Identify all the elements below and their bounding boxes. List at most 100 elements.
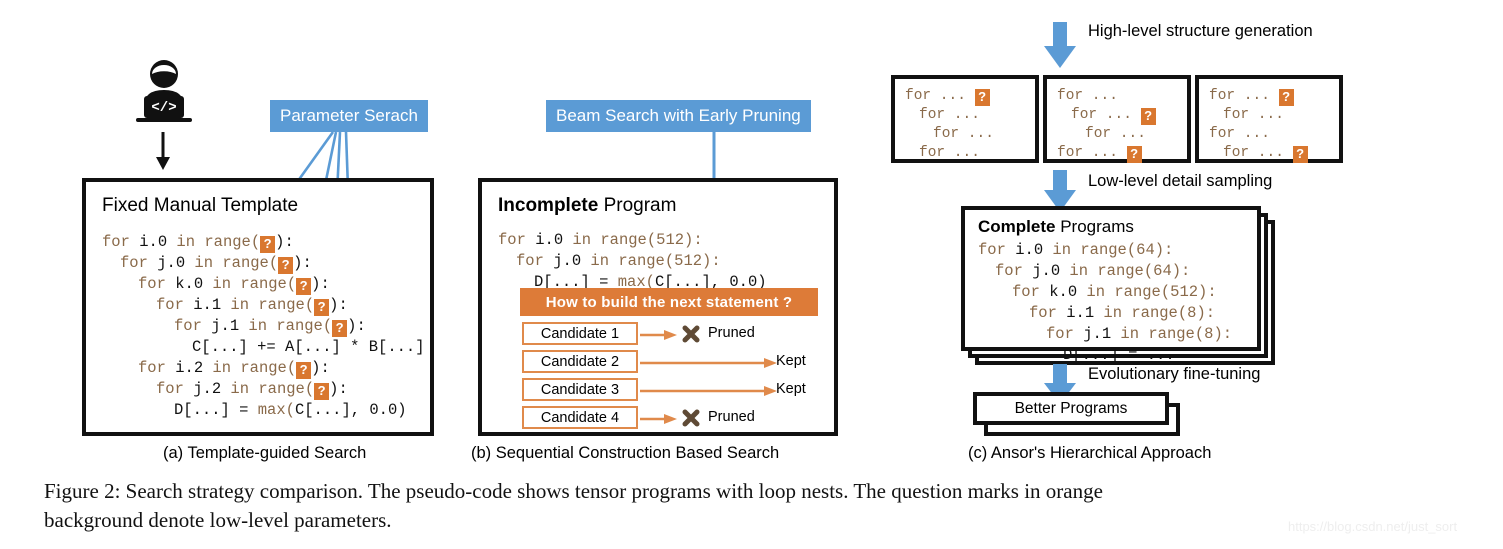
code-token: range(8): — [1148, 325, 1233, 343]
code-token: i.1 — [1066, 304, 1095, 322]
pruned-cross-icon — [682, 409, 700, 427]
prune-arrow-icon — [640, 328, 678, 342]
code-token: in — [185, 254, 223, 272]
pruned-cross-icon — [682, 325, 700, 343]
question-mark-chip: ? — [296, 278, 312, 295]
sketch-line: for ... ? — [905, 87, 1003, 106]
candidate-outcome-label: Kept — [776, 353, 806, 369]
keep-arrow-icon — [640, 384, 778, 398]
code-token: ): — [311, 359, 330, 377]
code-token: for — [1046, 325, 1084, 343]
candidate-outcome-label: Kept — [776, 381, 806, 397]
candidate-box[interactable]: Candidate 4 — [522, 406, 638, 429]
sketch-line: for ... ? — [1057, 106, 1156, 125]
sketch-line-text: for ... — [1085, 126, 1155, 142]
candidate-label: Candidate 3 — [540, 381, 620, 398]
sketch-line: for ... — [1209, 106, 1308, 125]
sketch-line: for ... ? — [1209, 87, 1308, 106]
panel-c-sub-caption: (c) Ansor's Hierarchical Approach — [968, 444, 1212, 462]
panel-a-code: for i.0 in range(?): for j.0 in range(?):… — [102, 232, 425, 421]
code-token: ): — [293, 254, 312, 272]
candidate-outcome-label: Pruned — [708, 325, 755, 341]
code-token: range(512): — [600, 231, 703, 249]
code-token: in — [203, 359, 241, 377]
panel-a-code-line: for i.0 in range(?): — [102, 232, 425, 253]
prune-arrow-icon — [640, 412, 678, 426]
code-token: for — [995, 262, 1033, 280]
how-to-build-banner: How to build the next statement ? — [520, 288, 818, 316]
sketch-line: for ... ? — [1209, 144, 1308, 163]
high-level-structure-arrow-icon — [1043, 22, 1077, 68]
code-token: for — [174, 317, 212, 335]
complete-programs-title: Complete Programs — [978, 218, 1134, 235]
code-token: for — [1029, 304, 1067, 322]
step-2-label: Low-level detail sampling — [1088, 172, 1273, 190]
code-token: range( — [222, 254, 279, 272]
question-mark-chip: ? — [974, 89, 990, 106]
code-token: range(64): — [1097, 262, 1191, 280]
complete-programs-code-line: for j.1 in range(8): — [978, 324, 1232, 345]
code-token: j.1 — [1083, 325, 1112, 343]
figure-caption: Figure 2: Search strategy comparison. Th… — [44, 477, 1464, 535]
panel-a-title: Fixed Manual Template — [102, 195, 299, 216]
code-token: range(512): — [618, 252, 721, 270]
sketch-line: for ... ? — [1057, 144, 1156, 163]
question-mark-chip: ? — [278, 257, 294, 274]
question-mark-chip: ? — [1140, 108, 1156, 125]
panel-b-sub-caption: (b) Sequential Construction Based Search — [471, 444, 780, 462]
panel-b-code-line: for i.0 in range(512): — [498, 230, 767, 251]
code-token: k.0 — [175, 275, 204, 293]
sketch-line-text: for ... — [905, 88, 975, 104]
complete-programs-code-line: for k.0 in range(512): — [978, 282, 1232, 303]
better-programs-box: Better Programs — [973, 392, 1169, 425]
sketch-line-text: for ... — [919, 145, 989, 161]
sketch-box-1: for ... ? for ... for ... for ... — [891, 75, 1039, 163]
sketch-line: for ... — [1057, 87, 1156, 106]
sketch-line-text: for ... — [933, 126, 1003, 142]
panel-b-code-line: for j.0 in range(512): — [498, 251, 767, 272]
code-token: D[...] = ... — [1063, 346, 1175, 364]
code-token: for — [156, 380, 194, 398]
code-token: i.0 — [535, 231, 564, 249]
keep-arrow-icon — [640, 356, 778, 370]
beam-search-callout[interactable]: Beam Search with Early Pruning — [546, 100, 811, 132]
complete-programs-title-bold: Complete — [978, 217, 1056, 236]
code-token: for — [978, 241, 1016, 259]
sketch-line-text: for ... — [1209, 126, 1279, 142]
code-token: range( — [276, 317, 333, 335]
question-mark-chip: ? — [314, 299, 330, 316]
question-mark-chip: ? — [1292, 146, 1308, 163]
code-token: for — [120, 254, 158, 272]
code-token: i.0 — [139, 233, 168, 251]
candidate-box[interactable]: Candidate 2 — [522, 350, 638, 373]
svg-text:</>: </> — [151, 100, 176, 116]
panel-a-code-line: for j.2 in range(?): — [102, 379, 425, 400]
question-mark-chip: ? — [260, 236, 276, 253]
incomplete-program-box: Incomplete Program for i.0 in range(512)… — [478, 178, 838, 436]
candidate-box[interactable]: Candidate 1 — [522, 322, 638, 345]
code-token: in — [1111, 325, 1149, 343]
code-token: C[...] += A[...] * B[...] — [192, 338, 425, 356]
question-mark-chip: ? — [296, 362, 312, 379]
sketch-line: for ... — [905, 144, 1003, 163]
complete-programs-box: Complete Programs for i.0 in range(64): f… — [961, 206, 1261, 364]
code-token: C[...], 0.0) — [294, 401, 407, 419]
code-token: ): — [275, 233, 294, 251]
sketch-box-3: for ... ? for ... for ... for ... ? — [1195, 75, 1343, 163]
figure-2-search-strategy-comparison: </> Parameter Serach Fixed Manual Templa… — [0, 0, 1503, 549]
code-token: j.2 — [193, 380, 222, 398]
panel-a-code-line: C[...] += A[...] * B[...] — [102, 337, 425, 358]
code-token: j.0 — [1032, 262, 1061, 280]
complete-programs-title-rest: Programs — [1055, 217, 1134, 236]
code-token: in — [167, 233, 205, 251]
question-mark-chip: ? — [332, 320, 348, 337]
panel-b-title-rest: Program — [598, 195, 677, 216]
code-token: in — [221, 380, 259, 398]
code-token: ): — [311, 275, 330, 293]
code-token: j.0 — [157, 254, 186, 272]
candidate-box[interactable]: Candidate 3 — [522, 378, 638, 401]
panel-a-sub-caption: (a) Template-guided Search — [163, 444, 367, 462]
code-token: range(8): — [1131, 304, 1216, 322]
complete-programs-code-line: D[...] = ... — [978, 345, 1232, 366]
code-token: range( — [240, 275, 297, 293]
